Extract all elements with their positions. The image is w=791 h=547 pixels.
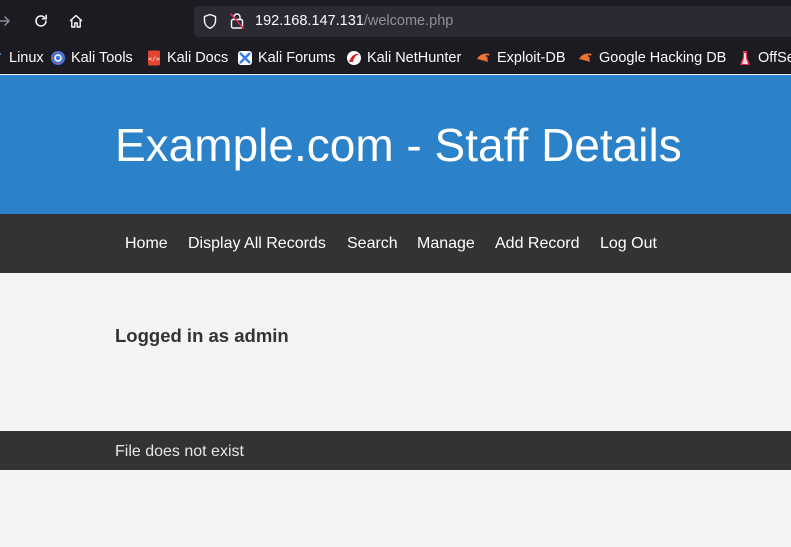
nav-link-search[interactable]: Search [347,234,398,253]
browser-toolbar: 192.168.147.131/welcome.php [0,0,791,42]
bookmark-offsec[interactable]: OffSe [737,42,791,74]
nav-link-manage[interactable]: Manage [417,234,475,253]
bookmarks-toolbar: Linux Kali Tools </> Kali Docs Kali Foru… [0,42,791,74]
bookmark-label: Linux [9,50,44,66]
exploit-db-icon [476,50,492,66]
bookmark-label: Kali NetHunter [367,50,462,66]
url-host: 192.168.147.131 [255,13,364,29]
url-text[interactable]: 192.168.147.131/welcome.php [255,13,453,30]
nav-link-add-record[interactable]: Add Record [495,234,580,253]
footer-message: File does not exist [115,443,244,460]
bookmark-label: Exploit-DB [497,50,566,66]
svg-text:</>: </> [148,55,160,63]
kali-tools-icon [50,50,66,66]
bookmark-kali-docs[interactable]: </> Kali Docs [146,42,228,74]
bookmark-linux[interactable]: Linux [0,42,44,74]
bookmark-kali-tools[interactable]: Kali Tools [50,42,133,74]
kali-nethunter-icon [346,50,362,66]
bookmark-label: Kali Docs [167,50,229,66]
footer-bar: File does not exist [0,431,791,470]
main-content: Logged in as admin [0,273,791,431]
kali-forums-icon [237,50,253,66]
forward-button[interactable] [0,11,14,31]
reload-icon [35,14,47,27]
bookmark-label: Kali Tools [71,50,133,66]
kali-dragon-icon [0,50,4,66]
reload-button[interactable] [31,11,51,31]
nav-link-log-out[interactable]: Log Out [600,234,657,253]
address-bar[interactable]: 192.168.147.131/welcome.php [194,6,791,37]
main-navigation: Home Display All Records Search Manage A… [0,214,791,273]
bookmark-kali-forums[interactable]: Kali Forums [237,42,335,74]
nav-link-home[interactable]: Home [125,234,168,253]
google-hacking-db-icon [578,50,594,66]
bookmark-kali-nethunter[interactable]: Kali NetHunter [346,42,461,74]
kali-docs-icon: </> [146,50,162,66]
site-header: Example.com - Staff Details [0,75,791,214]
shield-icon[interactable] [202,13,218,30]
insecure-lock-icon[interactable] [229,12,245,30]
url-path: /welcome.php [363,13,454,29]
page-title: Example.com - Staff Details [115,119,682,171]
bookmark-exploit-db[interactable]: Exploit-DB [476,42,566,74]
login-status: Logged in as admin [115,325,289,346]
nav-link-display-all-records[interactable]: Display All Records [188,234,326,253]
bookmark-label: OffSe [758,50,791,66]
bookmark-label: Google Hacking DB [599,50,727,66]
offsec-icon [737,50,753,66]
bookmark-google-hacking-db[interactable]: Google Hacking DB [578,42,726,74]
home-button[interactable] [66,11,86,31]
home-icon [69,14,83,28]
arrow-right-icon [0,16,10,26]
bookmark-label: Kali Forums [258,50,336,66]
